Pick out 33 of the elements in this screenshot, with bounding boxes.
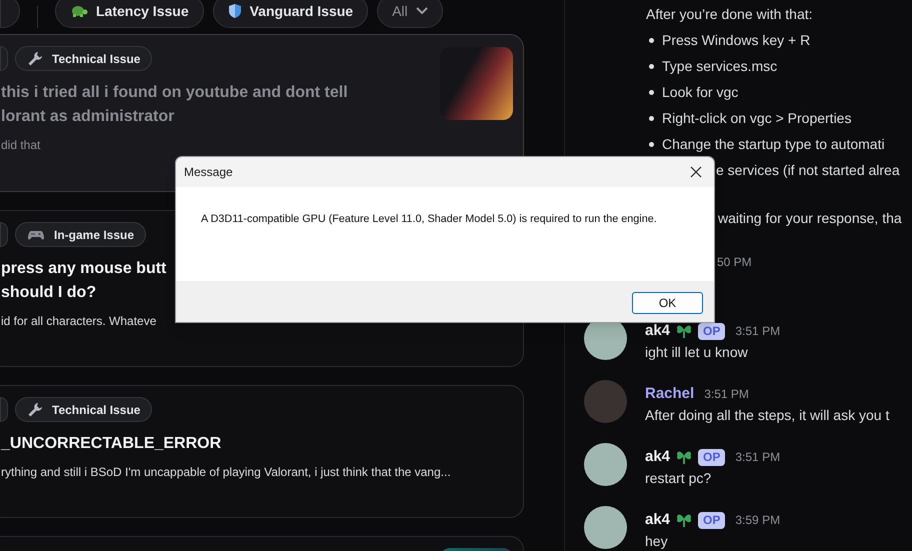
timestamp: 3:51 PM — [704, 386, 749, 403]
list-item: Look for vgc — [662, 83, 738, 102]
thread-title: lorant as administrator — [1, 107, 174, 127]
tag-label: Technical Issue — [15, 46, 152, 71]
message-text: After doing all the steps, it will ask you t — [645, 406, 890, 425]
timestamp: 3:51 PM — [735, 323, 780, 340]
thread-preview: rything and still i BSoD I'm uncappable of playing Valorant, i just think that the vang... — [1, 464, 451, 480]
timestamp: 50 PM — [717, 254, 752, 271]
list-item: Type services.msc — [662, 57, 778, 76]
thread-preview: did that — [1, 137, 40, 153]
message-text: restart pc? — [645, 469, 712, 488]
list-item: Change the startup type to automati — [662, 135, 885, 154]
list-item: Press Windows key + R — [662, 31, 810, 50]
thread-title: _UNCORRECTABLE_ERROR — [1, 434, 222, 454]
message-text: waiting for your response, tha — [718, 209, 902, 228]
thread-title: should I do? — [1, 283, 96, 303]
dialog-message: A D3D11-compatible GPU (Feature Level 11.0, Shader Model 5.0) is required to run the engine. — [201, 212, 658, 227]
tag-label: Technical Issue — [15, 397, 152, 422]
timestamp: 3:51 PM — [735, 449, 780, 466]
thread-preview: id for all characters. Whateve — [1, 313, 156, 329]
thread-title: this i tried all i found on youtube and dont tell — [1, 83, 348, 103]
dialog-title: Message — [184, 164, 233, 181]
message-text: After you’re done with that: — [646, 5, 813, 24]
message-text: e services (if not started alrea — [716, 161, 900, 180]
thread-title: press any mouse butt — [1, 259, 166, 279]
op-badge: OP — [698, 448, 726, 466]
op-badge: OP — [698, 512, 726, 528]
op-badge: OP — [698, 322, 726, 340]
tag-label: In-game Issue — [15, 222, 146, 247]
message-text: ight ill let u know — [645, 343, 749, 362]
list-item: Right-click on vgc > Properties — [662, 109, 852, 128]
timestamp: 3:59 PM — [735, 512, 780, 529]
message-text: hey — [645, 532, 669, 551]
